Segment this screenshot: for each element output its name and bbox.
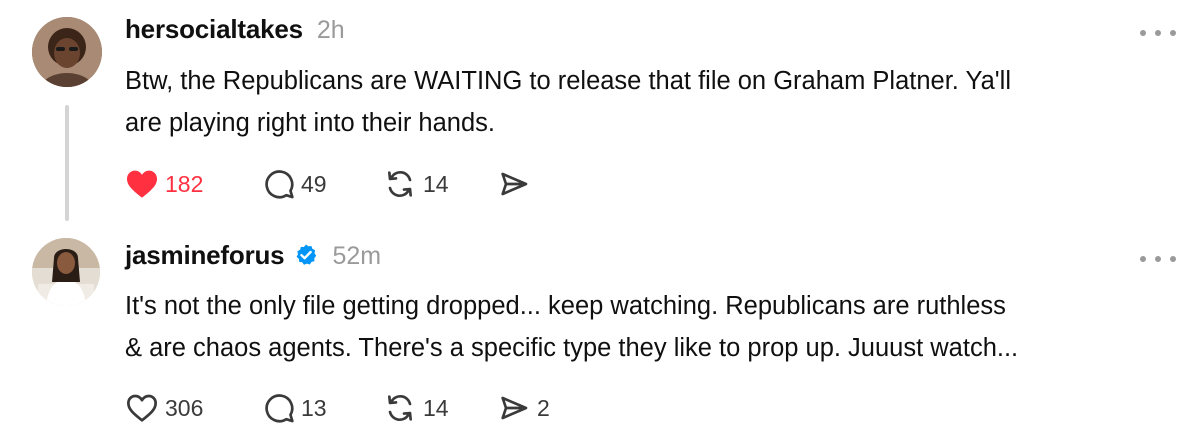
repost-button[interactable]: 14 xyxy=(383,390,497,426)
post-hersocialtakes: hersocialtakes 2h Btw, the Republicans a… xyxy=(0,0,1200,225)
timestamp[interactable]: 2h xyxy=(317,16,345,45)
more-icon[interactable] xyxy=(1140,26,1176,40)
reply-count: 13 xyxy=(301,394,327,421)
avatar-photo xyxy=(32,17,102,87)
post-text: It's not the only file getting dropped..… xyxy=(125,292,1019,362)
like-button[interactable]: 306 xyxy=(125,390,263,426)
post-jasmineforus: jasmineforus 52m It's not the only file … xyxy=(0,230,1200,435)
username[interactable]: jasmineforus xyxy=(125,240,285,271)
share-button[interactable]: 2 xyxy=(497,390,550,426)
more-icon[interactable] xyxy=(1140,252,1176,266)
heart-icon xyxy=(127,170,157,198)
repost-button[interactable]: 14 xyxy=(383,166,497,202)
avatar[interactable] xyxy=(32,17,102,87)
timestamp[interactable]: 52m xyxy=(332,242,381,271)
share-count: 2 xyxy=(537,394,550,421)
share-icon xyxy=(501,396,528,420)
repost-count: 14 xyxy=(423,394,449,421)
share-icon xyxy=(501,172,528,196)
like-count: 182 xyxy=(165,170,204,197)
post-text: Btw, the Republicans are WAITING to rele… xyxy=(125,67,1011,137)
thread-line xyxy=(65,105,69,221)
reply-button[interactable]: 49 xyxy=(263,166,383,202)
post-actions: 306 13 14 2 xyxy=(125,390,550,426)
post-header: jasmineforus 52m xyxy=(125,240,381,271)
avatar-photo xyxy=(32,238,100,306)
repost-icon xyxy=(388,170,412,198)
like-button[interactable]: 182 xyxy=(125,166,263,202)
avatar[interactable] xyxy=(32,238,100,306)
verified-badge-icon xyxy=(297,244,317,265)
repost-count: 14 xyxy=(423,170,449,197)
username[interactable]: hersocialtakes xyxy=(125,14,303,45)
post-header: hersocialtakes 2h xyxy=(125,14,345,45)
comment-icon xyxy=(265,394,294,423)
post-actions: 182 49 14 xyxy=(125,166,531,202)
heart-icon xyxy=(127,394,157,422)
reply-button[interactable]: 13 xyxy=(263,390,383,426)
comment-icon xyxy=(265,170,294,199)
share-button[interactable] xyxy=(497,166,531,202)
like-count: 306 xyxy=(165,394,204,421)
reply-count: 49 xyxy=(301,170,327,197)
repost-icon xyxy=(388,394,412,422)
